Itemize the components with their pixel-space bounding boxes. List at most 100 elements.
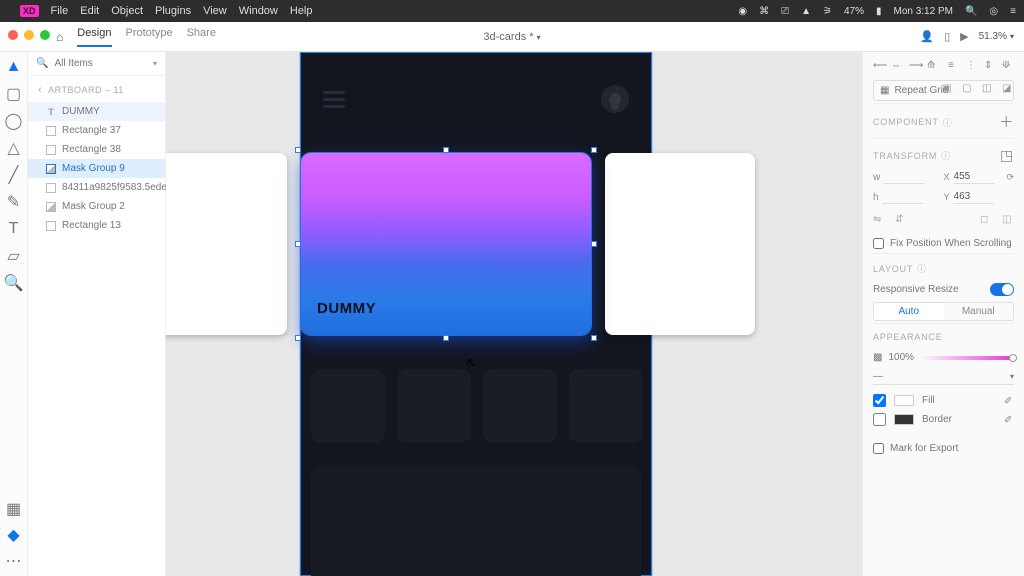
add-component-icon[interactable]: ＋ bbox=[999, 112, 1014, 132]
layers-search-input[interactable] bbox=[54, 58, 144, 69]
boolean-exclude-icon[interactable]: ◪ bbox=[1002, 83, 1014, 95]
blend-mode-select[interactable]: — ▾ bbox=[873, 369, 1014, 385]
home-icon[interactable]: ⌂ bbox=[56, 30, 63, 44]
canvas[interactable]: DUMMY ↖ bbox=[166, 52, 862, 576]
opacity-slider[interactable] bbox=[920, 356, 1014, 360]
boolean-subtract-icon[interactable]: ▢ bbox=[962, 83, 974, 95]
preview-mobile-icon[interactable]: ▯ bbox=[944, 30, 950, 43]
window-zoom-icon[interactable] bbox=[40, 30, 50, 40]
x-input[interactable] bbox=[954, 170, 994, 184]
plugins-panel-icon[interactable]: ⋯ bbox=[7, 554, 21, 568]
menu-help[interactable]: Help bbox=[290, 5, 313, 17]
mark-export-checkbox[interactable]: Mark for Export bbox=[873, 439, 1014, 458]
flip-horizontal-icon[interactable]: ⇋ bbox=[873, 214, 885, 226]
distribute-h-icon[interactable]: ≡ bbox=[948, 60, 960, 72]
window-minimize-icon[interactable] bbox=[24, 30, 34, 40]
layer-item[interactable]: Rectangle 37 bbox=[28, 121, 165, 140]
opacity-value[interactable]: 100% bbox=[888, 352, 914, 363]
document-title[interactable]: 3d-cards * bbox=[483, 31, 533, 43]
height-input[interactable] bbox=[883, 190, 923, 204]
corner-separate-icon[interactable]: ◫ bbox=[1002, 214, 1014, 226]
align-left-icon[interactable]: ⟵ bbox=[873, 60, 885, 72]
fix-scroll-checkbox[interactable]: Fix Position When Scrolling bbox=[873, 234, 1014, 253]
layer-item[interactable]: Mask Group 2 bbox=[28, 197, 165, 216]
status-airplay-icon[interactable]: ▲ bbox=[801, 6, 811, 17]
fill-enabled-checkbox[interactable] bbox=[873, 394, 886, 407]
boolean-intersect-icon[interactable]: ◫ bbox=[982, 83, 994, 95]
tool-rectangle-icon[interactable]: ▢ bbox=[7, 87, 21, 101]
transform-3d-icon[interactable]: ◳ bbox=[1000, 147, 1014, 164]
status-accessibility-icon[interactable]: ⌘ bbox=[759, 6, 769, 17]
artboard[interactable]: DUMMY bbox=[300, 52, 652, 576]
tab-design[interactable]: Design bbox=[77, 27, 111, 47]
status-siri-icon[interactable]: ◎ bbox=[989, 6, 998, 17]
align-top-icon[interactable]: ⟰ bbox=[927, 60, 939, 72]
tool-zoom-icon[interactable]: 🔍 bbox=[7, 276, 21, 290]
eyedropper-icon[interactable]: ✐ bbox=[1004, 396, 1014, 406]
align-bottom-icon[interactable]: ⟱ bbox=[1002, 60, 1014, 72]
assets-panel-icon[interactable]: ▦ bbox=[7, 502, 21, 516]
seg-auto[interactable]: Auto bbox=[874, 303, 944, 320]
tool-polygon-icon[interactable]: △ bbox=[7, 141, 21, 155]
border-swatch[interactable] bbox=[894, 414, 914, 425]
search-icon[interactable]: 🔍 bbox=[36, 58, 48, 69]
status-battery-icon[interactable]: ▮ bbox=[876, 6, 882, 17]
menu-plugins[interactable]: Plugins bbox=[155, 5, 191, 17]
status-notifications-icon[interactable]: ≡ bbox=[1010, 6, 1016, 17]
info-icon[interactable]: ⓘ bbox=[941, 149, 951, 162]
tool-text-icon[interactable]: T bbox=[7, 222, 21, 236]
doc-dropdown-icon[interactable]: ▾ bbox=[537, 33, 541, 42]
border-enabled-checkbox[interactable] bbox=[873, 413, 886, 426]
menu-window[interactable]: Window bbox=[239, 5, 278, 17]
status-screen-icon[interactable]: ⎚ bbox=[781, 6, 789, 17]
menu-object[interactable]: Object bbox=[111, 5, 143, 17]
zoom-dropdown-icon[interactable]: ▾ bbox=[1010, 32, 1014, 41]
status-spotlight-icon[interactable]: 🔍 bbox=[965, 6, 977, 17]
zoom-value[interactable]: 51.3% bbox=[979, 31, 1007, 42]
info-icon[interactable]: ⓘ bbox=[943, 116, 953, 129]
info-icon[interactable]: ⓘ bbox=[917, 262, 927, 275]
menu-edit[interactable]: Edit bbox=[80, 5, 99, 17]
align-vcenter-icon[interactable]: ⇕ bbox=[984, 60, 996, 72]
window-close-icon[interactable] bbox=[8, 30, 18, 40]
status-record-icon[interactable]: ◉ bbox=[738, 6, 747, 17]
responsive-toggle[interactable] bbox=[990, 283, 1014, 296]
flip-vertical-icon[interactable]: ⇵ bbox=[895, 214, 907, 226]
tool-ellipse-icon[interactable]: ◯ bbox=[7, 114, 21, 128]
tool-line-icon[interactable]: ╱ bbox=[7, 168, 21, 182]
app-badge[interactable]: XD bbox=[20, 5, 39, 17]
cloud-user-icon[interactable]: 👤 bbox=[920, 30, 934, 43]
layer-item[interactable]: Mask Group 9 bbox=[28, 159, 165, 178]
selected-card[interactable]: DUMMY bbox=[301, 153, 591, 335]
preview-desktop-icon[interactable]: ▶ bbox=[960, 30, 968, 43]
width-input[interactable] bbox=[884, 170, 924, 184]
layers-panel-icon[interactable]: ◆ bbox=[7, 528, 21, 542]
tool-select-icon[interactable]: ▲ bbox=[7, 60, 21, 74]
eyedropper-icon[interactable]: ✐ bbox=[1004, 415, 1014, 425]
y-input[interactable] bbox=[954, 190, 994, 204]
layer-item[interactable]: Rectangle 13 bbox=[28, 216, 165, 235]
seg-manual[interactable]: Manual bbox=[944, 303, 1014, 320]
status-clock[interactable]: Mon 3:12 PM bbox=[893, 6, 952, 17]
align-right-icon[interactable]: ⟶ bbox=[909, 60, 921, 72]
layer-item[interactable]: TDUMMY bbox=[28, 102, 165, 121]
distribute-v-icon[interactable]: ⋮ bbox=[966, 60, 978, 72]
resize-mode-segmented[interactable]: Auto Manual bbox=[873, 302, 1014, 321]
fill-swatch[interactable] bbox=[894, 395, 914, 406]
corner-same-icon[interactable]: ◻ bbox=[980, 214, 992, 226]
tool-pen-icon[interactable]: ✎ bbox=[7, 195, 21, 209]
align-hcenter-icon[interactable]: ⇔ bbox=[891, 60, 903, 72]
layers-back-icon[interactable]: ‹ bbox=[38, 84, 42, 96]
tab-share[interactable]: Share bbox=[187, 27, 216, 47]
tab-prototype[interactable]: Prototype bbox=[126, 27, 173, 47]
layer-item[interactable]: 84311a9825f9583.5edea0… bbox=[28, 178, 165, 197]
tool-artboard-icon[interactable]: ▱ bbox=[7, 249, 21, 263]
layers-filter-dropdown-icon[interactable]: ▾ bbox=[153, 59, 157, 68]
layer-item[interactable]: Rectangle 38 bbox=[28, 140, 165, 159]
boolean-add-icon[interactable]: ▣ bbox=[942, 83, 954, 95]
menu-file[interactable]: File bbox=[51, 5, 69, 17]
status-wifi-icon[interactable]: ⚞ bbox=[823, 6, 832, 17]
layers-crumb[interactable]: ARTBOARD – 11 bbox=[48, 85, 124, 95]
layer-label: Mask Group 2 bbox=[62, 201, 125, 212]
menu-view[interactable]: View bbox=[203, 5, 227, 17]
